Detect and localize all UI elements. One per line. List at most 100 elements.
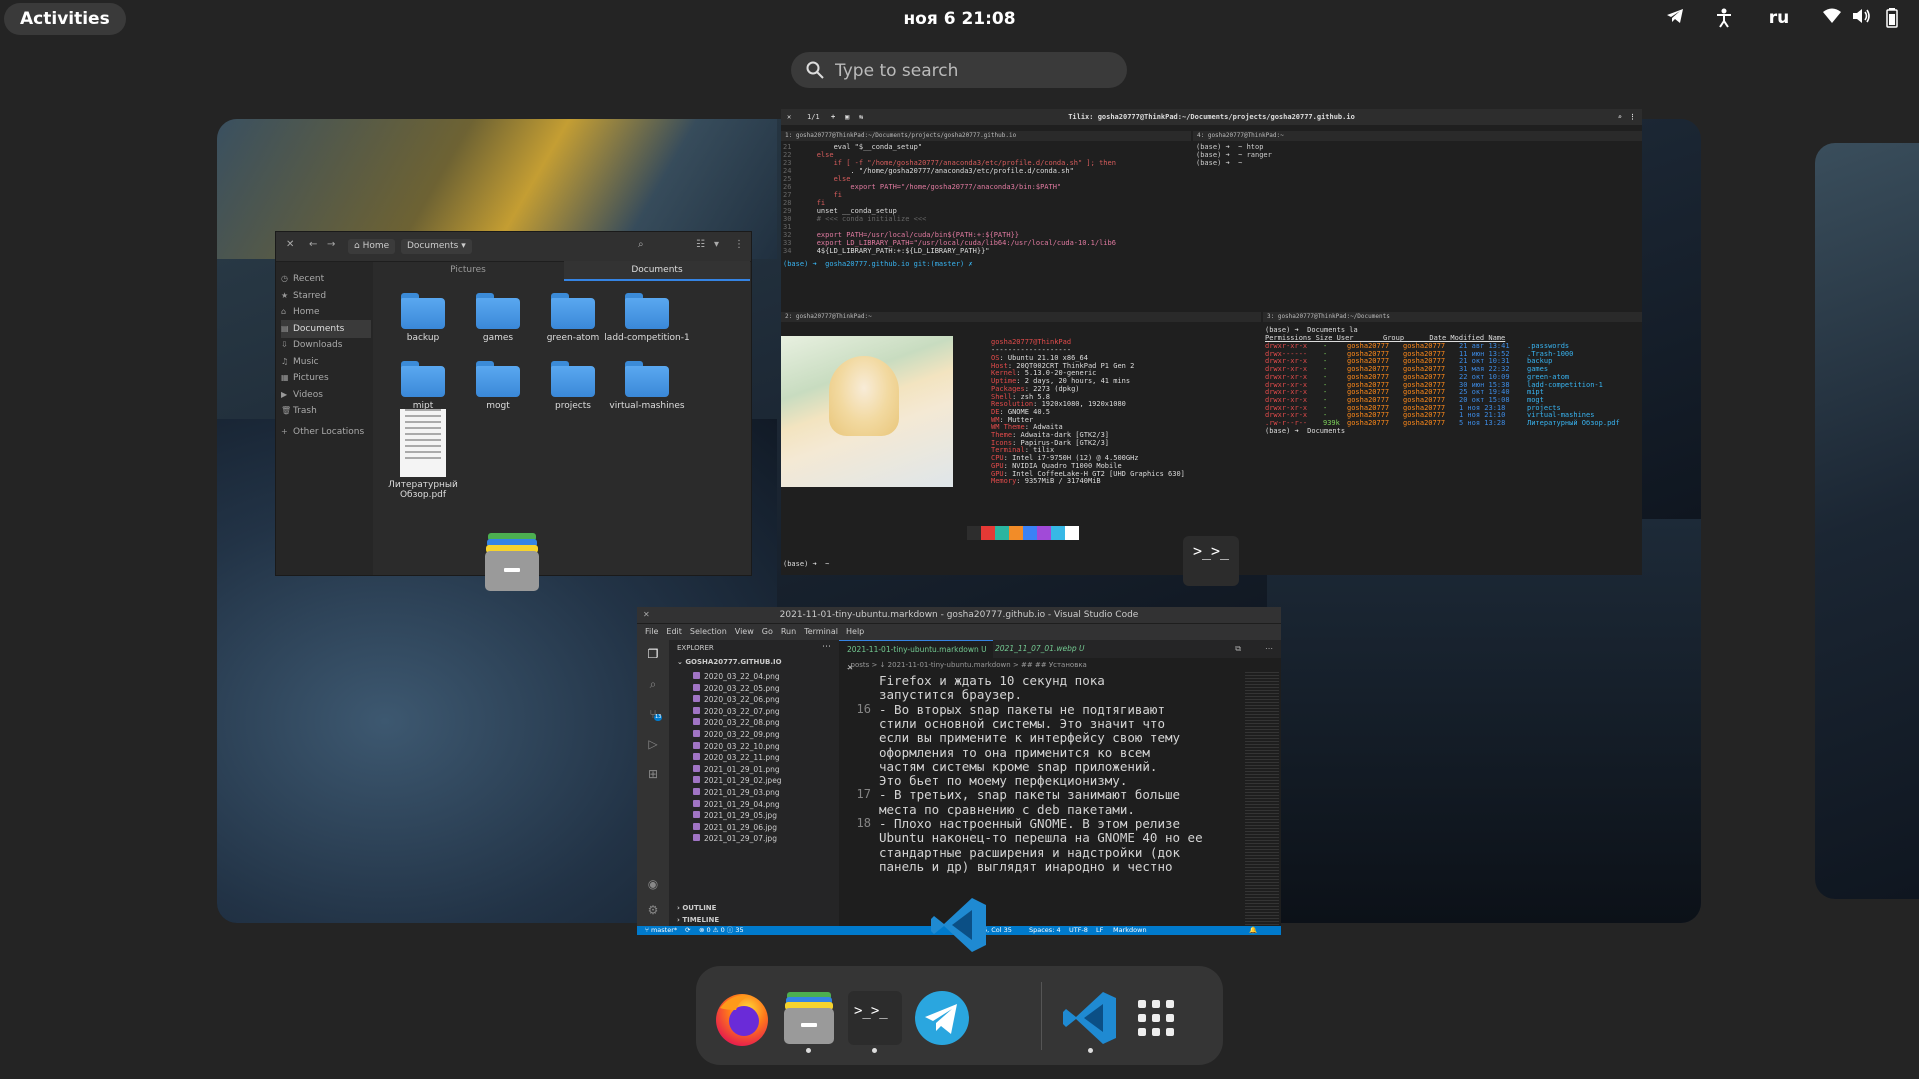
- menu-terminal[interactable]: Terminal: [804, 627, 838, 636]
- sidebar-item-other-locations[interactable]: + Other Locations: [281, 423, 371, 441]
- account-icon[interactable]: ◉: [645, 876, 661, 892]
- language-indicator[interactable]: ru: [1762, 8, 1796, 32]
- close-icon[interactable]: ✕: [286, 239, 294, 250]
- sidebar-item-pictures[interactable]: ▦ Pictures: [281, 369, 371, 387]
- vscode-icon[interactable]: [1060, 988, 1120, 1048]
- search-icon[interactable]: ⌕: [645, 676, 661, 692]
- telegram-tray-icon[interactable]: [1662, 8, 1688, 32]
- line-number: 17: [856, 787, 871, 802]
- extensions-icon[interactable]: ⊞: [645, 766, 661, 782]
- sidebar-item-home[interactable]: ⌂ Home: [281, 303, 371, 321]
- menu-help[interactable]: Help: [846, 627, 864, 636]
- terminal-icon[interactable]: >_>_: [845, 988, 905, 1048]
- vscode-app-icon[interactable]: [930, 896, 988, 954]
- menu-go[interactable]: Go: [762, 627, 773, 636]
- breadcrumb[interactable]: _posts > ↓ 2021-11-01-tiny-ubuntu.markdo…: [839, 658, 1281, 672]
- show-apps-icon[interactable]: [1126, 988, 1186, 1048]
- terminal-code: else: [799, 175, 851, 183]
- tab-documents[interactable]: Documents: [564, 261, 750, 281]
- color-swatch: [1065, 526, 1079, 540]
- folder-icon: [476, 293, 520, 329]
- neofetch-image: [781, 336, 953, 487]
- search-box[interactable]: [791, 52, 1127, 90]
- line-ending[interactable]: LF: [1096, 926, 1103, 935]
- settings-gear-icon[interactable]: ⚙: [645, 902, 661, 918]
- terminal-app-icon[interactable]: >_>_: [1183, 536, 1239, 586]
- code-line: панель и др) выглядят инародно и честно: [879, 858, 1173, 874]
- view-toggle-icon[interactable]: ☷: [696, 239, 705, 250]
- problems-indicator[interactable]: ⊗ 0 ⚠ 0 ⓘ 35: [699, 926, 744, 935]
- split-editor-icon[interactable]: ⧉: [1235, 644, 1241, 654]
- forward-button[interactable]: →: [327, 239, 335, 250]
- menu-icon[interactable]: ⋮: [734, 239, 744, 250]
- volume-icon[interactable]: [1850, 8, 1874, 32]
- terminal-code: 4${LD_LIBRARY_PATH:+:${LD_LIBRARY_PATH}}…: [799, 247, 990, 255]
- close-icon[interactable]: ✕: [787, 109, 791, 125]
- sync-icon[interactable]: ⟳: [685, 926, 690, 935]
- files-app-icon[interactable]: [484, 533, 540, 591]
- battery-icon[interactable]: [1880, 8, 1904, 32]
- sync-icon[interactable]: ⇆: [859, 109, 863, 125]
- editor-tab-webp[interactable]: 2021_11_07_01.webp U: [987, 640, 1105, 658]
- pane4-title[interactable]: 4: gosha20777@ThinkPad:~: [1193, 131, 1642, 141]
- clock[interactable]: ноя 6 21:08: [903, 9, 1015, 29]
- files-icon[interactable]: [779, 988, 839, 1048]
- back-button[interactable]: ←: [309, 239, 317, 250]
- breadcrumb-home[interactable]: ⌂ Home: [348, 239, 396, 254]
- editor-area[interactable]: 2021-11-01-tiny-ubuntu.markdown U ✕ 2021…: [839, 640, 1281, 926]
- vscode-window[interactable]: 2021-11-01-tiny-ubuntu.markdown - gosha2…: [637, 607, 1281, 935]
- explorer-icon[interactable]: ❐: [645, 646, 661, 662]
- menu-edit[interactable]: Edit: [666, 627, 682, 636]
- pane3-title[interactable]: 3: gosha20777@ThinkPad:~/Documents: [1263, 312, 1642, 322]
- indentation[interactable]: Spaces: 4: [1029, 926, 1061, 935]
- outline-section[interactable]: › OUTLINE: [677, 904, 716, 912]
- more-actions-icon[interactable]: ⋯: [822, 642, 831, 652]
- run-debug-icon[interactable]: ▷: [645, 736, 661, 752]
- language-mode[interactable]: Markdown: [1113, 926, 1147, 935]
- source-control-icon[interactable]: ⑂ 13: [645, 706, 663, 722]
- branch-indicator[interactable]: ⑂ master*: [645, 926, 677, 935]
- telegram-icon[interactable]: [912, 988, 972, 1048]
- menu-selection[interactable]: Selection: [690, 627, 727, 636]
- save-icon[interactable]: ▣: [845, 109, 849, 125]
- pdf-file-item[interactable]: Литературный Обзор.pdf: [379, 405, 467, 500]
- files-window[interactable]: ✕ ← → ⌂ Home Documents ▾ ⌕ ☷ ▾ ⋮ ◷ Recent…: [275, 231, 752, 576]
- search-input[interactable]: [833, 52, 1117, 90]
- timeline-section[interactable]: › TIMELINE: [677, 916, 719, 924]
- pane2-title[interactable]: 2: gosha20777@ThinkPad:~: [781, 312, 1261, 322]
- pane1-title[interactable]: 1: gosha20777@ThinkPad:~/Documents/proje…: [781, 131, 1191, 141]
- accessibility-icon[interactable]: [1712, 8, 1736, 32]
- pane3-prompt: (base) ➜ Documents: [1265, 427, 1350, 435]
- menu-icon[interactable]: ⋮: [1629, 109, 1636, 125]
- sort-menu-icon[interactable]: ▾: [714, 239, 719, 250]
- sidebar-item-trash[interactable]: 🗑 Trash: [281, 402, 371, 420]
- add-icon[interactable]: +: [831, 109, 835, 125]
- encoding[interactable]: UTF-8: [1069, 926, 1088, 935]
- workspace-root[interactable]: ⌄ GOSHA20777.GITHUB.IO: [677, 658, 782, 666]
- menu-run[interactable]: Run: [781, 627, 796, 636]
- session-counter[interactable]: 1/1: [807, 109, 820, 125]
- menu-file[interactable]: File: [645, 627, 658, 636]
- folder-item[interactable]: virtual-mashines: [603, 353, 691, 433]
- editor-tab-markdown[interactable]: 2021-11-01-tiny-ubuntu.markdown U ✕: [839, 640, 993, 672]
- firefox-icon[interactable]: [712, 988, 772, 1048]
- file-tree-item[interactable]: 2021_01_29_07.jpg: [693, 832, 777, 846]
- terminal-code: unset __conda_setup: [799, 207, 897, 215]
- search-icon[interactable]: ⌕: [1618, 109, 1622, 125]
- terminal-code: export LD_LIBRARY_PATH="/usr/local/cuda/…: [799, 239, 1116, 247]
- next-workspace-thumbnail[interactable]: [1815, 143, 1919, 899]
- wifi-icon[interactable]: [1820, 8, 1844, 32]
- code-view[interactable]: Firefox и ждать 10 секунд пока запуститс…: [839, 672, 1239, 926]
- more-actions-icon[interactable]: ⋯: [1265, 644, 1273, 653]
- notifications-icon[interactable]: 🔔: [1249, 926, 1257, 935]
- tilix-window[interactable]: ✕ 1/1 + ▣ ⇆ Tilix: gosha20777@ThinkPad:~…: [781, 109, 1642, 575]
- close-icon[interactable]: ✕: [643, 610, 650, 619]
- breadcrumb-documents[interactable]: Documents ▾: [401, 239, 472, 254]
- sidebar-item-recent[interactable]: ◷ Recent: [281, 270, 371, 288]
- sidebar-item-downloads[interactable]: ⇩ Downloads: [281, 336, 371, 354]
- tab-pictures[interactable]: Pictures: [374, 261, 562, 281]
- activities-button[interactable]: Activities: [4, 3, 126, 35]
- menu-view[interactable]: View: [735, 627, 754, 636]
- minimap[interactable]: [1245, 672, 1279, 926]
- search-icon[interactable]: ⌕: [638, 239, 644, 250]
